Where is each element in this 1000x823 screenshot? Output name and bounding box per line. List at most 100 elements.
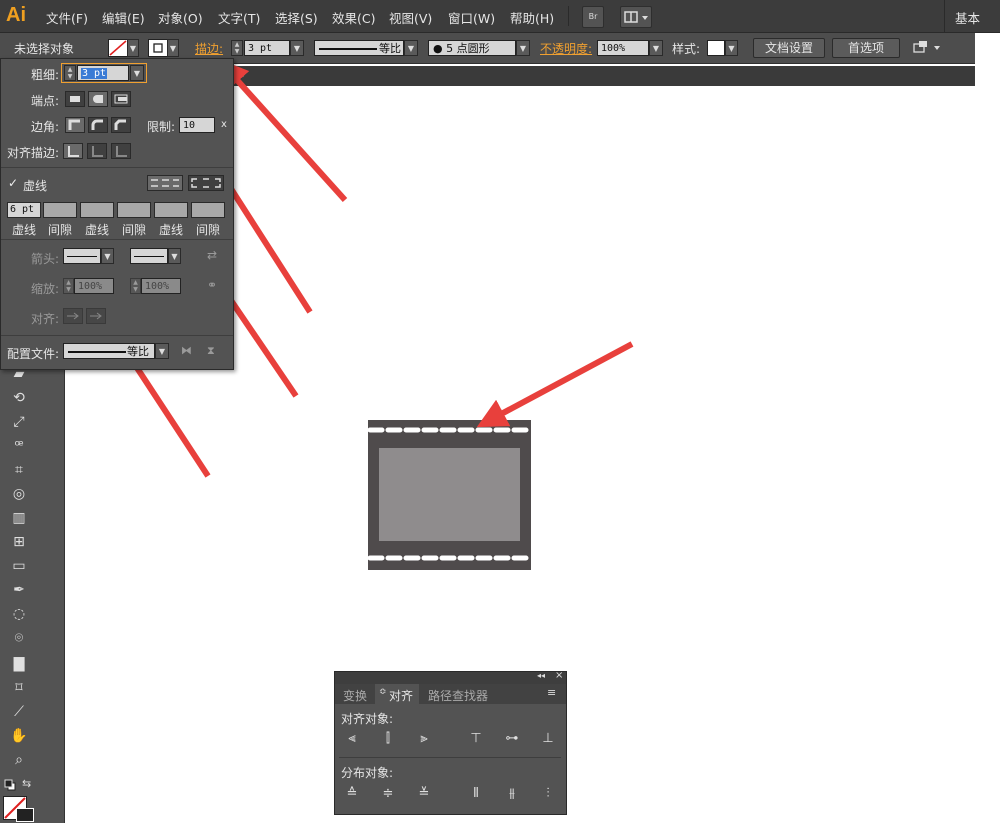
weight-spinner[interactable]: ▲ ▼: [64, 65, 76, 81]
end-arrowhead-select[interactable]: [130, 248, 168, 264]
round-cap-icon: [93, 95, 103, 103]
butt-cap-icon: [70, 96, 80, 102]
profile-line-preview: [68, 351, 126, 353]
align-left-icon[interactable]: ⫷: [343, 730, 361, 748]
dash-3-input[interactable]: [154, 202, 188, 218]
profile-value: 等比: [127, 345, 149, 358]
panel-separator: [1, 335, 233, 336]
round-join-button[interactable]: [88, 117, 108, 133]
collapse-panel-icon[interactable]: ◂◂: [537, 671, 545, 680]
start-arrowhead-dropdown[interactable]: ▼: [101, 248, 114, 264]
corner-label: 边角:: [31, 120, 60, 134]
align-stroke-label: 对齐描边:: [7, 146, 60, 160]
panel-tab-row: 变换 ≎ 对齐 路径查找器 ≡: [335, 684, 566, 704]
scale-1-spinner[interactable]: ▲ ▼: [63, 278, 74, 294]
align-vertical-center-icon[interactable]: ⊶: [503, 730, 521, 748]
projecting-cap-button[interactable]: [111, 91, 131, 107]
align-panel: ◂◂ × 变换 ≎ 对齐 路径查找器 ≡ 对齐对象: ⫷ ⫿ ⫸ ⊤ ⊶ ⊥ 分…: [334, 670, 567, 815]
limit-label: 限制:: [147, 120, 176, 134]
dashed-label: 虚线: [23, 179, 48, 193]
round-cap-button[interactable]: [88, 91, 108, 107]
gap-1-input[interactable]: [43, 202, 77, 218]
arrow-end-icon: [90, 312, 102, 320]
profile-dropdown[interactable]: ▼: [155, 343, 169, 359]
dash-2-input[interactable]: [80, 202, 114, 218]
arrowhead-label: 箭头:: [31, 252, 60, 266]
dash-3-label: 虚线: [159, 223, 184, 237]
panel-separator: [1, 239, 233, 240]
panel-separator: [339, 757, 561, 758]
miter-limit-input[interactable]: 10: [179, 117, 215, 133]
arrow-to-film-strip: [476, 341, 634, 428]
dashed-checkbox[interactable]: ✓: [8, 177, 20, 189]
profile-select[interactable]: 等比: [63, 343, 155, 359]
align-center-button[interactable]: [63, 143, 83, 159]
align-horizontal-center-icon[interactable]: ⫿: [379, 730, 397, 748]
tab-pathfinder[interactable]: 路径查找器: [428, 687, 488, 704]
scale-1-input[interactable]: 100%: [74, 278, 114, 294]
flip-vertical-icon[interactable]: ⧗: [207, 344, 215, 358]
distribute-vertical-center-icon[interactable]: ≑: [379, 785, 397, 803]
arrow-tip-beyond-button[interactable]: [63, 308, 83, 324]
projecting-cap-icon: [114, 94, 128, 104]
end-arrowhead-dropdown[interactable]: ▼: [168, 248, 181, 264]
gap-3-input[interactable]: [191, 202, 225, 218]
align-dash-corners-button[interactable]: [188, 175, 224, 191]
weight-label: 粗细:: [31, 68, 60, 82]
dash-exact-icon: [151, 179, 179, 187]
bevel-join-button[interactable]: [111, 117, 131, 133]
align-right-icon[interactable]: ⫸: [415, 730, 433, 748]
dash-corner-icon: [191, 178, 221, 188]
align-objects-label: 对齐对象:: [341, 712, 394, 726]
gap-2-input[interactable]: [117, 202, 151, 218]
swap-arrowheads-icon[interactable]: ⇄: [207, 248, 217, 262]
distribute-top-icon[interactable]: ≙: [343, 785, 361, 803]
miter-join-button[interactable]: [65, 117, 85, 133]
dash-1-input[interactable]: 6 pt: [7, 202, 41, 218]
align-outside-button[interactable]: [111, 143, 131, 159]
tab-transform[interactable]: 变换: [343, 687, 367, 704]
panel-menu-icon[interactable]: ≡: [547, 686, 556, 699]
distribute-bottom-icon[interactable]: ≚: [415, 785, 433, 803]
distribute-objects-label: 分布对象:: [341, 766, 394, 780]
arrow-align-label: 对齐:: [31, 312, 60, 326]
gap-2-label: 间隙: [122, 223, 147, 237]
close-panel-icon[interactable]: ×: [555, 670, 563, 681]
distribute-horizontal-center-icon[interactable]: ⫵: [503, 785, 521, 803]
miter-join-icon: [68, 119, 80, 130]
scale-2-input[interactable]: 100%: [141, 278, 181, 294]
weight-dropdown[interactable]: ▼: [130, 65, 144, 81]
arrow-tip-end-button[interactable]: [86, 308, 106, 324]
align-bottom-icon[interactable]: ⊥: [539, 730, 557, 748]
profile-label: 配置文件:: [7, 347, 60, 361]
arrow-beyond-icon: [67, 312, 79, 320]
weight-selected-text: 3 pt: [81, 68, 108, 79]
gap-1-label: 间隙: [48, 223, 73, 237]
limit-unit: x: [221, 119, 227, 130]
tab-align[interactable]: ≎ 对齐: [375, 684, 419, 704]
cap-label: 端点:: [31, 94, 60, 108]
link-scale-icon[interactable]: ⚭: [207, 278, 217, 292]
bevel-join-icon: [114, 119, 126, 130]
tab-options-icon: ≎: [379, 687, 387, 697]
scale-label: 缩放:: [31, 282, 60, 296]
panel-separator: [1, 167, 233, 168]
weight-input[interactable]: 3 pt: [77, 65, 129, 81]
align-stroke-inside-icon: [92, 146, 103, 157]
scale-2-spinner[interactable]: ▲ ▼: [130, 278, 141, 294]
align-top-icon[interactable]: ⊤: [467, 730, 485, 748]
start-arrowhead-select[interactable]: [63, 248, 101, 264]
tab-align-label: 对齐: [389, 689, 414, 703]
dash-1-label: 虚线: [12, 223, 37, 237]
flip-horizontal-icon[interactable]: ⧓: [181, 344, 192, 357]
preserve-dash-button[interactable]: [147, 175, 183, 191]
align-inside-button[interactable]: [87, 143, 107, 159]
arrow-to-stroke-link: [217, 58, 348, 203]
panel-title-bar: ◂◂ ×: [335, 670, 566, 684]
dash-2-label: 虚线: [85, 223, 110, 237]
butt-cap-button[interactable]: [65, 91, 85, 107]
align-stroke-outside-icon: [116, 146, 127, 157]
gap-3-label: 间隙: [196, 223, 221, 237]
distribute-right-icon[interactable]: ⫶: [539, 785, 557, 803]
distribute-left-icon[interactable]: ⫴: [467, 785, 485, 803]
